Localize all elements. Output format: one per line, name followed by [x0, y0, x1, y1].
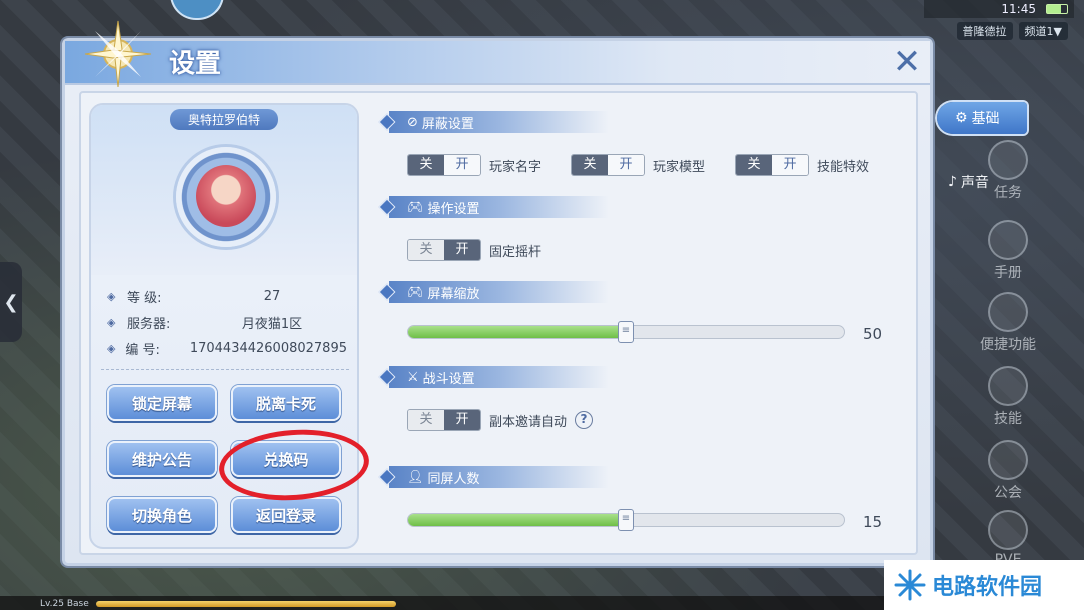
same-screen-slider[interactable]: ≡ [407, 509, 845, 531]
profile-banner: 奥特拉罗伯特 [91, 105, 357, 275]
toggle-skill-effect[interactable]: 关 开 [735, 154, 809, 176]
task-icon [988, 140, 1028, 180]
bullet-icon: ◈ [107, 289, 116, 303]
back-to-login-button[interactable]: 返回登录 [231, 497, 341, 533]
right-menu: 任务 手册 便捷功能 技能 公会 PVE [934, 60, 1084, 590]
gear-icon: ⚙ [955, 110, 968, 126]
section-shield: ⊘ 屏蔽设置 [378, 111, 609, 133]
panel-body: 奥特拉罗伯特 ◈ 等 级: 27 ◈ 服务器: 月夜猫1区 ◈ 编 号: 170… [79, 91, 918, 555]
person-icon: 👤︎ [407, 469, 424, 485]
same-screen-value: 15 [863, 513, 883, 531]
tab-basic-label: 基础 [971, 111, 1000, 127]
unstuck-button[interactable]: 脱离卡死 [231, 385, 341, 421]
collapse-left-icon[interactable]: ❮ [0, 262, 22, 342]
watermark: 电路软件园 [884, 560, 1084, 610]
exp-label: Lv.25 Base [40, 599, 89, 609]
help-icon[interactable]: ? [575, 411, 594, 429]
exp-fill [96, 601, 396, 607]
section-battle: ⚔ 战斗设置 [378, 366, 609, 388]
info-row-server: ◈ 服务器: 月夜猫1区 [107, 315, 303, 332]
watermark-text: 电路软件园 [932, 575, 1043, 600]
skill-icon [988, 366, 1028, 406]
lock-screen-button[interactable]: 锁定屏幕 [107, 385, 217, 421]
star-emblem-icon [84, 20, 152, 88]
handbook-icon [988, 220, 1028, 260]
zoom-slider-handle[interactable]: ≡ [618, 321, 634, 343]
settings-panel: 设置 ✕ 奥特拉罗伯特 ◈ 等 级: 27 ◈ 服务器: 月夜猫1区 ◈ 编 号… [62, 20, 933, 566]
tab-sound-label: 声音 [960, 175, 989, 191]
panel-header: 设置 ✕ [65, 20, 930, 88]
info-row-id: ◈ 编 号: 1704434426008027895 [107, 340, 347, 358]
toggle-skill-effect-row: 关 开 技能特效 [735, 154, 869, 176]
avatar-portrait [196, 165, 256, 227]
pve-icon [988, 510, 1028, 550]
right-menu-item-skill[interactable]: 技能 [968, 366, 1048, 428]
close-icon[interactable]: ✕ [890, 45, 924, 79]
player-name: 奥特拉罗伯特 [169, 109, 279, 130]
toggle-player-model[interactable]: 关 开 [571, 154, 645, 176]
toggle-fixed-joystick-row: 关 开 固定摇杆 [407, 239, 541, 261]
channel-bar[interactable]: 普隆德拉 频道1▼ [956, 22, 1068, 40]
watermark-logo-icon [894, 569, 926, 601]
maintenance-notice-button[interactable]: 维护公告 [107, 441, 217, 477]
section-zoom: 🎮︎ 屏幕缩放 [378, 281, 609, 303]
info-row-level: ◈ 等 级: 27 [107, 288, 281, 306]
toggle-auto-invite-row: 关 开 副本邀请自动 ? [407, 409, 594, 431]
tab-basic[interactable]: ⚙ 基础 [937, 102, 1027, 134]
shortcut-icon [988, 292, 1028, 332]
block-icon: ⊘ [407, 114, 418, 130]
highlight-circle [216, 424, 372, 506]
right-menu-item-guild[interactable]: 公会 [968, 440, 1048, 502]
diamond-icon [378, 368, 396, 386]
map-name: 普隆德拉 [956, 22, 1013, 40]
status-time: 11:45 [1001, 2, 1036, 16]
diamond-icon [378, 113, 396, 131]
switch-role-button[interactable]: 切换角色 [107, 497, 217, 533]
sword-icon: ⚔ [407, 369, 419, 385]
gamepad-icon: 🎮︎ [407, 199, 424, 215]
toggle-auto-invite[interactable]: 关 开 [407, 409, 481, 431]
gamepad-icon: 🎮︎ [407, 284, 424, 300]
guild-icon [988, 440, 1028, 480]
channel-select[interactable]: 频道1▼ [1018, 22, 1068, 40]
status-bar: 11:45 [924, 0, 1074, 18]
diamond-icon [378, 468, 396, 486]
toggle-fixed-joystick[interactable]: 关 开 [407, 239, 481, 261]
section-control: 🎮︎ 操作设置 [378, 196, 609, 218]
toggle-player-model-row: 关 开 玩家模型 [571, 154, 705, 176]
profile-card: 奥特拉罗伯特 ◈ 等 级: 27 ◈ 服务器: 月夜猫1区 ◈ 编 号: 170… [89, 103, 372, 549]
tab-sound[interactable]: ♪ 声音 [948, 170, 989, 194]
same-screen-slider-handle[interactable]: ≡ [618, 509, 634, 531]
panel-title: 设置 [169, 49, 222, 79]
profile-info: ◈ 等 级: 27 ◈ 服务器: 月夜猫1区 ◈ 编 号: 1704434426… [107, 283, 347, 361]
zoom-slider[interactable]: ≡ [407, 321, 845, 343]
avatar[interactable] [176, 147, 276, 247]
right-menu-item-handbook[interactable]: 手册 [968, 220, 1048, 282]
zoom-value: 50 [863, 325, 883, 343]
right-menu-item-shortcut[interactable]: 便捷功能 [968, 292, 1048, 354]
toggle-player-name[interactable]: 关 开 [407, 154, 481, 176]
diamond-icon [378, 283, 396, 301]
diamond-icon [378, 198, 396, 216]
zoom-slider-fill [408, 326, 626, 338]
toggle-player-name-row: 关 开 玩家名字 [407, 154, 541, 176]
section-same-screen: 👤︎ 同屏人数 [378, 466, 609, 488]
battery-icon [1046, 4, 1068, 14]
bullet-icon: ◈ [107, 341, 116, 355]
same-screen-slider-fill [408, 514, 626, 526]
profile-divider [101, 369, 349, 370]
music-note-icon: ♪ [948, 174, 957, 190]
bullet-icon: ◈ [107, 315, 116, 329]
